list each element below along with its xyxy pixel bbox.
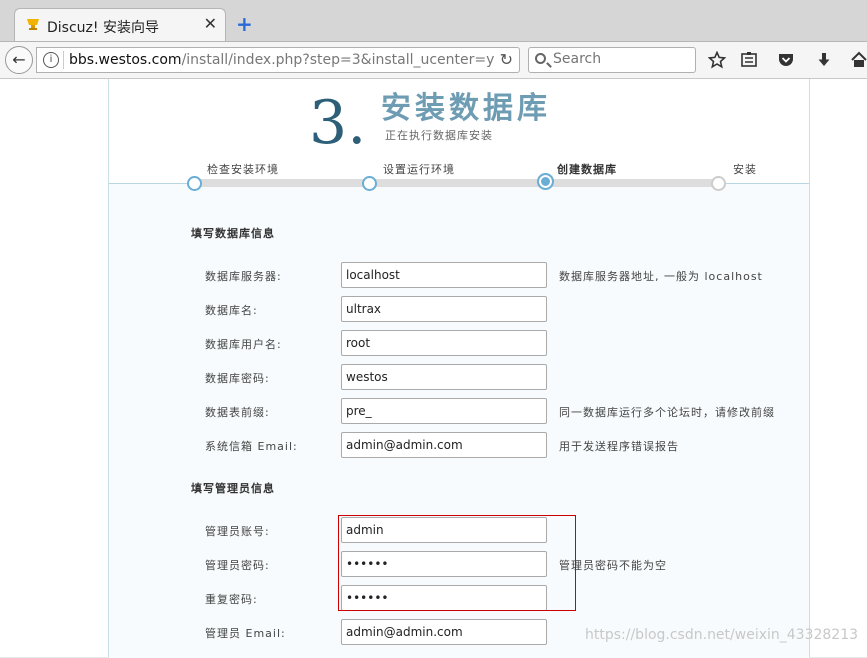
search-input[interactable] — [553, 51, 691, 67]
close-tab-icon[interactable]: ✕ — [204, 14, 217, 33]
step-dot-todo — [711, 176, 726, 191]
db-host-hint: 数据库服务器地址, 一般为 localhost — [559, 270, 763, 283]
reading-list-icon[interactable] — [740, 51, 758, 74]
search-icon — [535, 53, 546, 64]
install-page: 3. 安装数据库 正在执行数据库安装 检查安装环境 设置运行环境 创建数据库 安… — [0, 79, 867, 658]
search-box[interactable] — [528, 47, 696, 73]
system-email-hint: 用于发送程序错误报告 — [559, 440, 679, 453]
step-dot-current — [537, 173, 554, 190]
tab-bar: Discuz! 安装向导 ✕ + — [0, 0, 867, 42]
admin-section-title: 填写管理员信息 — [191, 482, 275, 495]
step-label-2: 设置运行环境 — [383, 163, 455, 176]
home-icon[interactable] — [851, 51, 867, 74]
step-dot-done — [362, 176, 377, 191]
step-label-3: 创建数据库 — [557, 163, 617, 176]
db-password-input[interactable] — [341, 364, 547, 390]
field-label-admin-email: 管理员 Email: — [205, 627, 286, 640]
admin-account-input[interactable] — [341, 517, 547, 543]
table-prefix-input[interactable] — [341, 398, 547, 424]
table-prefix-hint: 同一数据库运行多个论坛时，请修改前缀 — [559, 406, 775, 419]
field-label-db-user: 数据库用户名: — [205, 338, 282, 351]
repeat-password-input[interactable] — [341, 585, 547, 611]
pocket-icon[interactable] — [777, 51, 795, 74]
field-label-admin-password: 管理员密码: — [205, 559, 270, 572]
bookmark-star-icon[interactable] — [707, 50, 727, 74]
url-text[interactable]: bbs.westos.com/install/index.php?step=3&… — [69, 52, 497, 68]
field-label-db-password: 数据库密码: — [205, 372, 270, 385]
step-progress: 检查安装环境 设置运行环境 创建数据库 安装 — [187, 161, 756, 191]
db-name-input[interactable] — [341, 296, 547, 322]
url-divider — [63, 51, 64, 69]
db-section-title: 填写数据库信息 — [191, 227, 275, 240]
url-path: /install/index.php?step=3&install_ucente… — [181, 52, 495, 68]
url-bar[interactable]: i bbs.westos.com/install/index.php?step=… — [36, 47, 520, 73]
admin-password-hint: 管理员密码不能为空 — [559, 559, 667, 572]
db-host-input[interactable] — [341, 262, 547, 288]
admin-password-input[interactable] — [341, 551, 547, 577]
tab-title: Discuz! 安装向导 — [47, 20, 159, 36]
url-host: bbs.westos.com — [69, 52, 182, 68]
page-subtitle: 正在执行数据库安装 — [385, 129, 493, 142]
page-title: 安装数据库 — [381, 91, 551, 126]
system-email-input[interactable] — [341, 432, 547, 458]
download-icon[interactable] — [815, 51, 833, 74]
watermark: https://blog.csdn.net/weixin_43328213 — [585, 627, 859, 643]
step-dot-done — [187, 176, 202, 191]
navigation-toolbar: ← i bbs.westos.com/install/index.php?ste… — [0, 42, 867, 79]
step-label-1: 检查安装环境 — [207, 163, 279, 176]
step-track — [193, 179, 720, 187]
content-column: 3. 安装数据库 正在执行数据库安装 检查安装环境 设置运行环境 创建数据库 安… — [108, 79, 810, 658]
reload-icon[interactable]: ↻ — [500, 50, 513, 69]
tab-discuz-install[interactable]: Discuz! 安装向导 ✕ — [14, 8, 226, 41]
step-label-4: 安装 — [733, 163, 757, 176]
step-number-digit: 3 — [309, 88, 348, 158]
step-number: 3. — [309, 79, 366, 163]
step-number-dot: . — [347, 88, 367, 158]
discuz-favicon-icon — [27, 19, 39, 30]
field-label-admin-account: 管理员账号: — [205, 525, 270, 538]
field-label-db-name: 数据库名: — [205, 304, 258, 317]
admin-email-input[interactable] — [341, 619, 547, 645]
field-label-repeat-password: 重复密码: — [205, 593, 258, 606]
site-info-icon[interactable]: i — [43, 52, 59, 68]
db-user-input[interactable] — [341, 330, 547, 356]
field-label-db-host: 数据库服务器: — [205, 270, 282, 283]
back-button[interactable]: ← — [5, 46, 33, 74]
new-tab-button[interactable]: + — [236, 12, 253, 36]
field-label-system-email: 系统信箱 Email: — [205, 440, 298, 453]
field-label-table-prefix: 数据表前缀: — [205, 406, 270, 419]
